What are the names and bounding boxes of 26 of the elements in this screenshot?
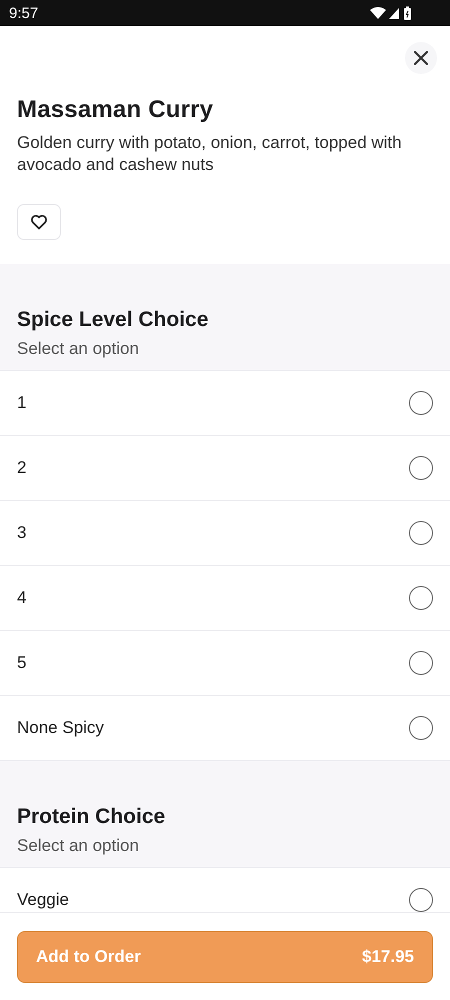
item-description: Golden curry with potato, onion, carrot, topped with avocado and cashew nuts [17, 132, 403, 176]
close-icon [413, 50, 429, 66]
radio-button[interactable] [409, 456, 433, 480]
radio-button[interactable] [409, 521, 433, 545]
radio-button[interactable] [409, 651, 433, 675]
group-title: Protein Choice [17, 805, 166, 829]
heart-icon [30, 214, 48, 230]
group-title: Spice Level Choice [17, 308, 210, 332]
status-time: 9:57 [9, 4, 38, 22]
option-label: 5 [17, 653, 26, 673]
group-subtitle: Select an option [17, 339, 140, 359]
option-label: 4 [17, 588, 26, 608]
favorite-button[interactable] [17, 204, 61, 240]
radio-button[interactable] [409, 391, 433, 415]
option-label: 2 [17, 458, 26, 478]
option-label: 1 [17, 393, 26, 413]
price-label: $17.95 [362, 947, 414, 967]
option-label: 3 [17, 523, 26, 543]
close-button[interactable] [405, 42, 437, 74]
add-to-order-label: Add to Order [36, 947, 141, 967]
item-title: Massaman Curry [17, 96, 214, 124]
option-label: None Spicy [17, 718, 104, 738]
group-subtitle: Select an option [17, 836, 140, 856]
option-label: Veggie [17, 890, 69, 910]
radio-button[interactable] [409, 716, 433, 740]
radio-button[interactable] [409, 586, 433, 610]
